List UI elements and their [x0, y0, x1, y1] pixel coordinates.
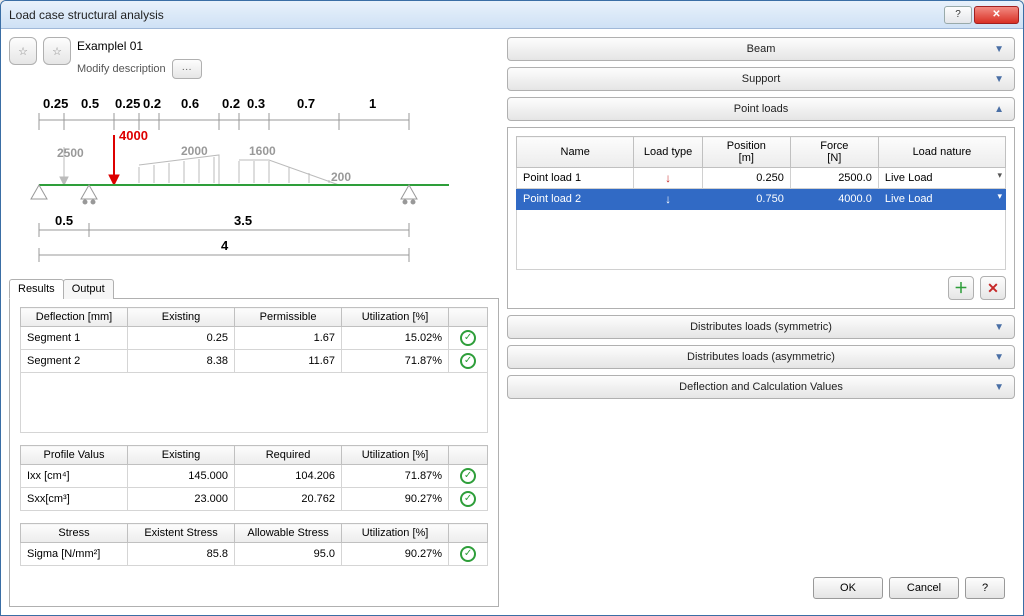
cancel-button[interactable]: Cancel [889, 577, 959, 599]
right-column: Beam▼ Support▼ Point loads▲ Name Load ty… [507, 37, 1015, 607]
chevron-down-icon: ▼ [994, 74, 1004, 85]
load-2: 1600 [249, 144, 276, 158]
star-plus-icon: ☆ [52, 45, 62, 58]
favorite-button[interactable]: ☆ [9, 37, 37, 65]
expander-point-loads[interactable]: Point loads▲ [507, 97, 1015, 121]
dialog-window: Load case structural analysis ? ✕ ☆ ☆ Ex… [0, 0, 1024, 616]
beam-diagram: 0.25 0.5 0.25 0.2 0.6 0.2 0.3 0.7 1 [9, 85, 499, 275]
table-row[interactable]: Sigma [N/mm²] 85.8 95.0 90.27% ✓ [21, 543, 488, 566]
chevron-down-icon: ▼ [994, 322, 1004, 333]
dim-2: 0.25 [115, 96, 140, 111]
results-tabs: Results Output [9, 279, 499, 299]
arrow-down-icon: ↓ [640, 171, 695, 185]
plus-icon: ＋ [954, 278, 968, 298]
point-loads-table: Name Load type Position [m] Force [N] Lo… [516, 136, 1006, 270]
dim-5: 0.2 [222, 96, 240, 111]
check-icon: ✓ [460, 546, 476, 562]
table-row[interactable]: Segment 1 0.25 1.67 15.02% ✓ [21, 327, 488, 350]
help-button[interactable]: ? [944, 6, 972, 24]
window-title: Load case structural analysis [5, 8, 942, 22]
load-1: 2000 [181, 144, 208, 158]
titlebar[interactable]: Load case structural analysis ? ✕ [1, 1, 1023, 29]
modify-description-label: Modify description [77, 63, 166, 75]
client-area: ☆ ☆ Examplel 01 Modify description ··· [1, 29, 1023, 615]
close-button[interactable]: ✕ [974, 6, 1019, 24]
defl-h3: Utilization [%] [342, 308, 449, 327]
expander-dist-sym[interactable]: Distributes loads (symmetric)▼ [507, 315, 1015, 339]
tab-results[interactable]: Results [9, 279, 64, 299]
check-icon: ✓ [460, 468, 476, 484]
deflection-table: Deflection [mm] Existing Permissible Uti… [20, 307, 488, 433]
header-row: ☆ ☆ Examplel 01 Modify description ··· [9, 37, 499, 79]
check-icon: ✓ [460, 330, 476, 346]
bdim-1: 3.5 [234, 213, 252, 228]
expander-support[interactable]: Support▼ [507, 67, 1015, 91]
total-dim: 4 [221, 238, 229, 253]
check-icon: ✓ [460, 353, 476, 369]
dim-0: 0.25 [43, 96, 68, 111]
dim-4: 0.6 [181, 96, 199, 111]
loadcase-name: Examplel 01 [77, 39, 499, 53]
arrow-down-icon: ↓ [640, 192, 695, 206]
profile-table: Profile Valus Existing Required Utilizat… [20, 445, 488, 511]
ok-button[interactable]: OK [813, 577, 883, 599]
defl-h2: Permissible [235, 308, 342, 327]
help-button-footer[interactable]: ? [965, 577, 1005, 599]
chevron-down-icon: ▼ [994, 352, 1004, 363]
left-column: ☆ ☆ Examplel 01 Modify description ··· [9, 37, 499, 607]
expander-deflection-calc[interactable]: Deflection and Calculation Values▼ [507, 375, 1015, 399]
table-row[interactable]: Point load 2 ↓ 0.750 4000.0 Live Load [517, 189, 1006, 210]
bdim-0: 0.5 [55, 213, 73, 228]
expander-beam[interactable]: Beam▼ [507, 37, 1015, 61]
stress-table: Stress Existent Stress Allowable Stress … [20, 523, 488, 566]
load-3: 200 [331, 170, 351, 184]
dim-3: 0.2 [143, 96, 161, 111]
table-row[interactable]: Ixx [cm⁴] 145.000 104.206 71.87% ✓ [21, 465, 488, 488]
expander-dist-asym[interactable]: Distributes loads (asymmetric)▼ [507, 345, 1015, 369]
defl-h0: Deflection [mm] [21, 308, 128, 327]
defl-h1: Existing [128, 308, 235, 327]
check-icon: ✓ [460, 491, 476, 507]
load-0: 2500 [57, 146, 84, 160]
chevron-down-icon: ▼ [994, 44, 1004, 55]
add-load-button[interactable]: ＋ [948, 276, 974, 300]
dim-1: 0.5 [81, 96, 99, 111]
favorite-add-button[interactable]: ☆ [43, 37, 71, 65]
dialog-footer: OK Cancel ? [507, 569, 1015, 607]
delete-load-button[interactable]: ✕ [980, 276, 1006, 300]
table-row[interactable]: Sxx[cm³] 23.000 20.762 90.27% ✓ [21, 488, 488, 511]
dim-6: 0.3 [247, 96, 265, 111]
x-icon: ✕ [987, 280, 999, 297]
results-panel: Deflection [mm] Existing Permissible Uti… [9, 299, 499, 607]
dim-7: 0.7 [297, 96, 315, 111]
chevron-down-icon: ▼ [994, 382, 1004, 393]
table-row[interactable]: Point load 1 ↓ 0.250 2500.0 Live Load [517, 168, 1006, 189]
modify-description-button[interactable]: ··· [172, 59, 202, 79]
table-row[interactable]: Segment 2 8.38 11.67 71.87% ✓ [21, 350, 488, 373]
star-icon: ☆ [18, 45, 28, 58]
dim-8: 1 [369, 96, 376, 111]
main-load: 4000 [119, 128, 148, 143]
tab-output[interactable]: Output [63, 279, 114, 299]
chevron-up-icon: ▲ [994, 104, 1004, 115]
point-loads-panel: Name Load type Position [m] Force [N] Lo… [507, 127, 1015, 309]
